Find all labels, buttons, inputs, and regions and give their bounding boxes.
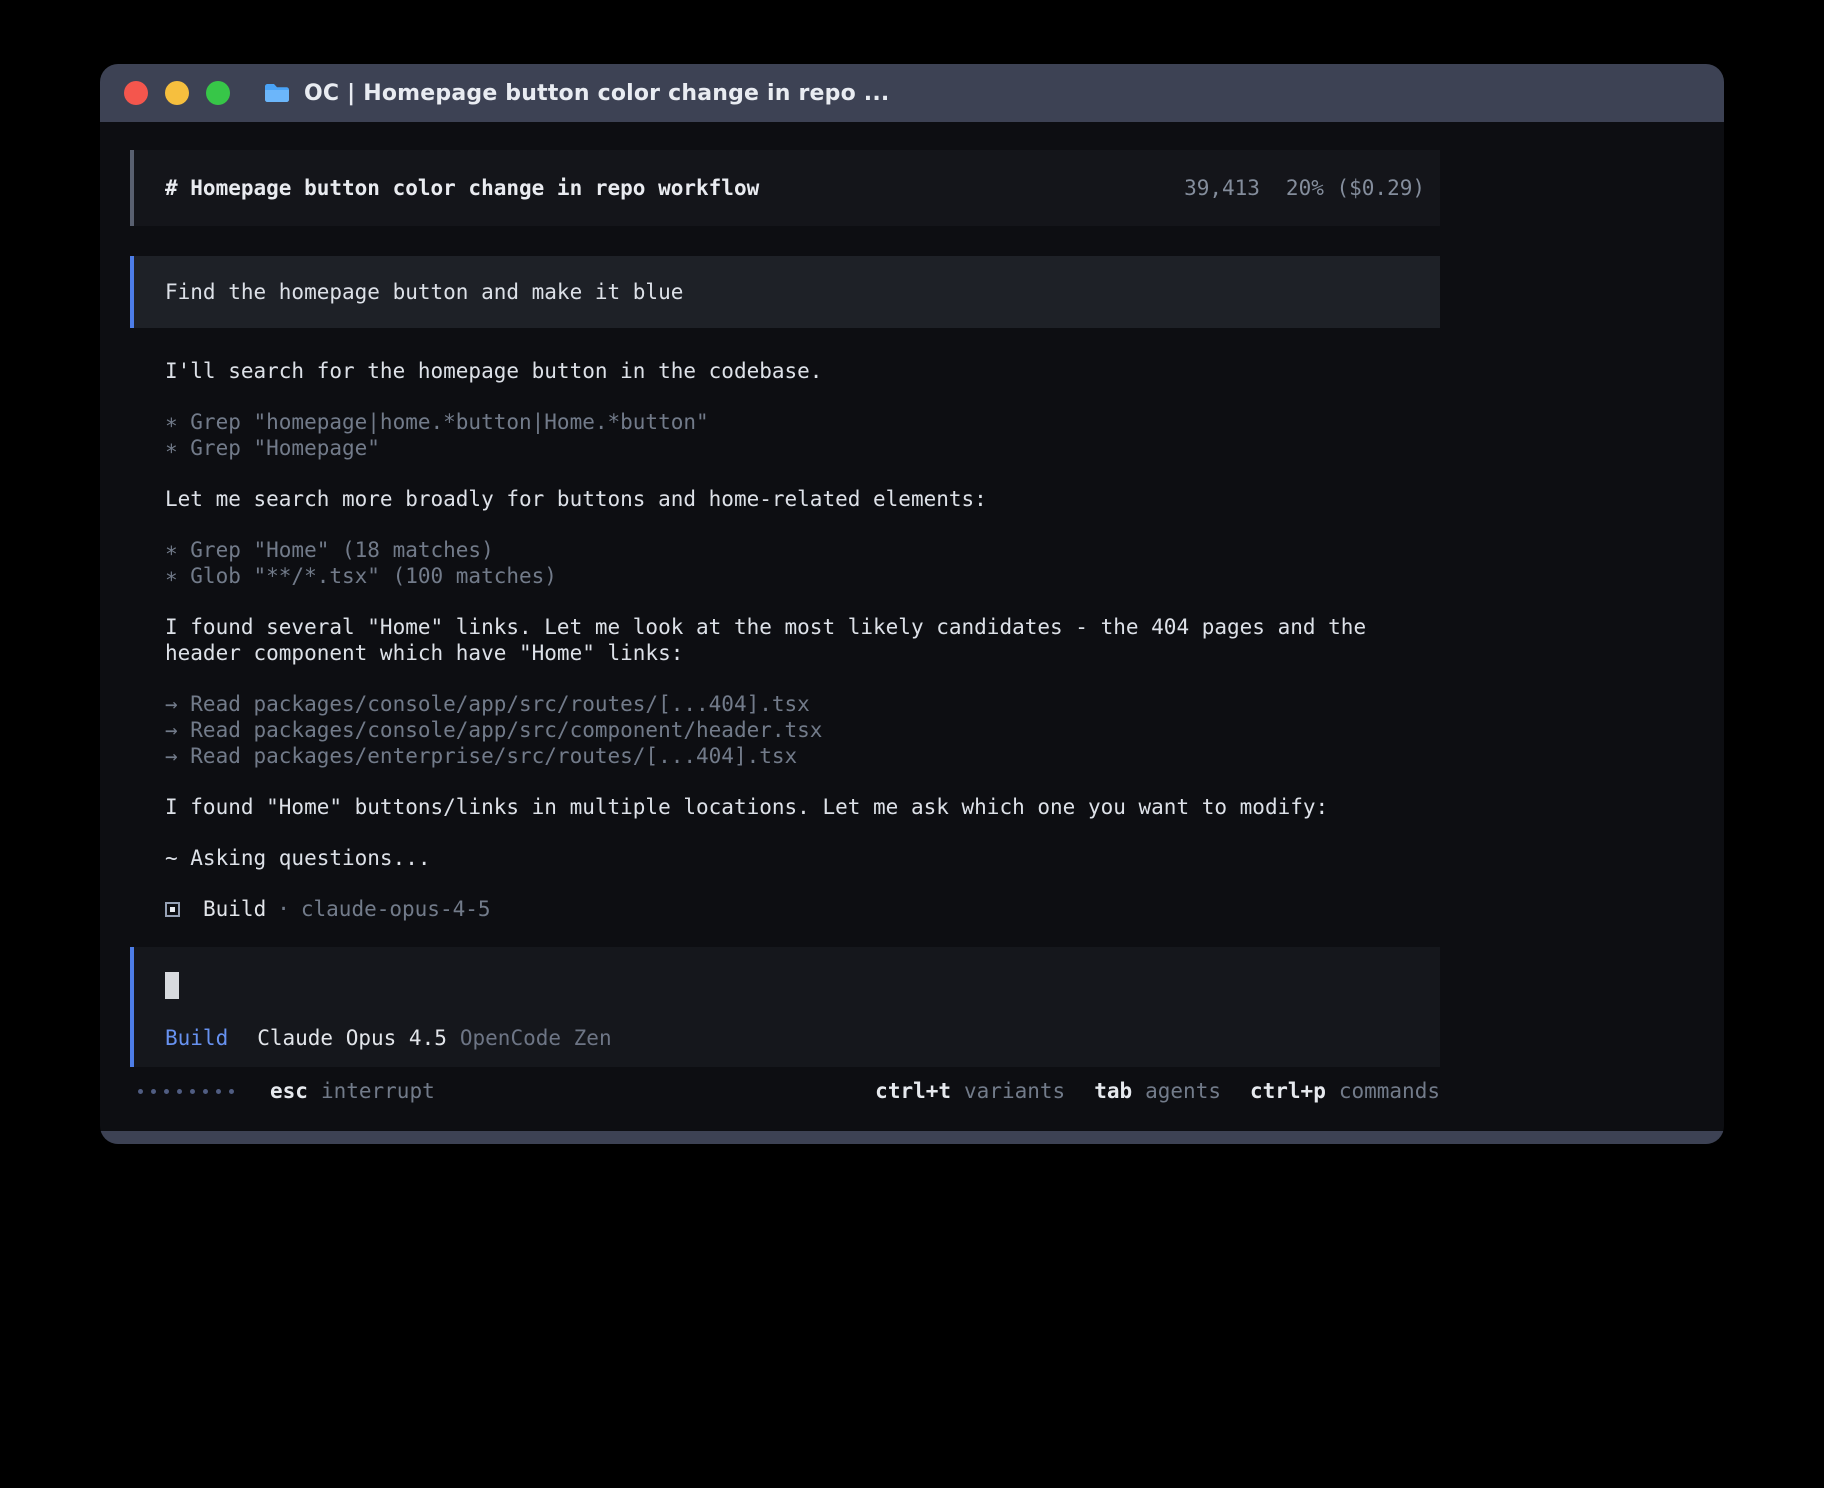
status-bar-right: ctrl+t variants tab agents ctrl+p comman… — [875, 1079, 1440, 1103]
titlebar[interactable]: OC | Homepage button color change in rep… — [100, 64, 1724, 122]
text-cursor — [165, 972, 179, 999]
token-count: 39,413 — [1184, 176, 1260, 200]
terminal-content: # Homepage button color change in repo w… — [100, 122, 1440, 1105]
tool-call-grep: ∗ Grep "Homepage" — [165, 435, 1441, 461]
tool-call-read: → Read packages/console/app/src/routes/[… — [165, 691, 1441, 717]
agent-icon — [165, 902, 180, 917]
prompt-input[interactable]: Build Claude Opus 4.5 OpenCode Zen — [130, 947, 1440, 1067]
session-title: # Homepage button color change in repo w… — [165, 176, 759, 200]
tool-call-read: → Read packages/enterprise/src/routes/[.… — [165, 743, 1441, 769]
assistant-text: I found "Home" buttons/links in multiple… — [165, 794, 1441, 820]
tool-call-grep: ∗ Grep "homepage|home.*button|Home.*butt… — [165, 409, 1441, 435]
assistant-text: I'll search for the homepage button in t… — [165, 358, 1441, 384]
assistant-text: I found several "Home" links. Let me loo… — [165, 614, 1441, 666]
shortcut-commands: ctrl+p commands — [1250, 1079, 1440, 1103]
user-message-text: Find the homepage button and make it blu… — [165, 280, 683, 304]
minimize-button[interactable] — [165, 81, 189, 105]
titlebar-title-group: OC | Homepage button color change in rep… — [263, 81, 889, 106]
session-header: # Homepage button color change in repo w… — [130, 150, 1440, 226]
assistant-text: Let me search more broadly for buttons a… — [165, 486, 1441, 512]
shortcut-agents: tab agents — [1094, 1079, 1221, 1103]
status-bar-left: esc interrupt — [130, 1079, 435, 1103]
shortcut-variants: ctrl+t variants — [875, 1079, 1065, 1103]
esc-key: esc — [270, 1079, 308, 1103]
asking-status: ~ Asking questions... — [165, 845, 1441, 871]
input-agent-label[interactable]: Build — [165, 1026, 228, 1050]
tool-call-read: → Read packages/console/app/src/componen… — [165, 717, 1441, 743]
zoom-button[interactable] — [206, 81, 230, 105]
separator-dot: · — [277, 897, 290, 921]
close-button[interactable] — [124, 81, 148, 105]
window-title: OC | Homepage button color change in rep… — [304, 81, 889, 106]
context-cost: 20% ($0.29) — [1286, 176, 1425, 200]
input-meta: Build Claude Opus 4.5 OpenCode Zen — [165, 1026, 612, 1050]
agent-status: Build · claude-opus-4-5 — [165, 896, 1441, 922]
agent-name: Build — [203, 897, 266, 921]
session-stats: 39,413 20% ($0.29) — [1184, 176, 1425, 200]
folder-icon — [263, 82, 291, 104]
window-bottom-edge — [100, 1131, 1724, 1144]
spinner-dots — [138, 1089, 242, 1094]
tool-call-grep: ∗ Grep "Home" (18 matches) — [165, 537, 1441, 563]
status-bar: esc interrupt ctrl+t variants tab agents… — [130, 1077, 1440, 1105]
input-provider-label: OpenCode Zen — [460, 1026, 612, 1050]
user-message: Find the homepage button and make it blu… — [130, 256, 1440, 328]
input-model-label[interactable]: Claude Opus 4.5 — [257, 1026, 447, 1050]
agent-model: claude-opus-4-5 — [301, 897, 491, 921]
tool-call-glob: ∗ Glob "**/*.tsx" (100 matches) — [165, 563, 1441, 589]
conversation: I'll search for the homepage button in t… — [130, 358, 1441, 922]
esc-label: interrupt — [321, 1079, 435, 1103]
terminal-window: OC | Homepage button color change in rep… — [100, 64, 1724, 1144]
